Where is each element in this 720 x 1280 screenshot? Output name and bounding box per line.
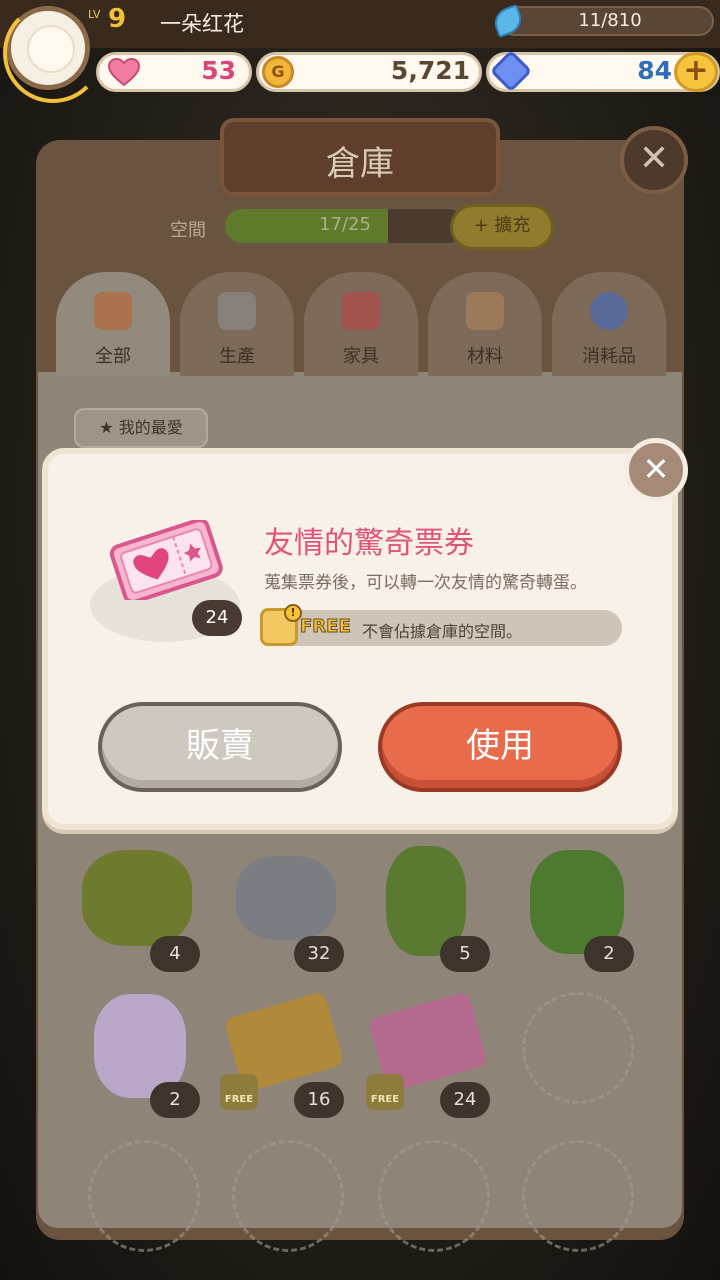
heart-icon — [108, 58, 140, 86]
tab-production[interactable]: 生產 — [180, 272, 294, 376]
avatar[interactable] — [3, 3, 103, 103]
item-description: 蒐集票券後，可以轉一次友情的驚奇轉蛋。 — [264, 573, 587, 593]
tab-label: 全部 — [95, 346, 131, 367]
tab-all[interactable]: 全部 — [56, 272, 170, 376]
empty-slot[interactable] — [378, 1140, 490, 1252]
warehouse-close-button[interactable]: ✕ — [620, 126, 688, 194]
friendship-ticket-icon — [109, 520, 223, 600]
tab-label: 消耗品 — [582, 346, 636, 367]
tab-label: 材料 — [467, 346, 503, 367]
item-count: 16 — [294, 1082, 344, 1118]
item-count: 4 — [150, 936, 200, 972]
add-gems-button[interactable]: + — [674, 52, 718, 92]
empty-slot[interactable] — [522, 1140, 634, 1252]
level-prefix: LV — [88, 8, 101, 21]
item-count: 24 — [440, 1082, 490, 1118]
tab-label: 家具 — [343, 346, 379, 367]
item-count: 32 — [294, 936, 344, 972]
coins-value: 5,721 — [390, 56, 470, 85]
free-note-text: 不會佔據倉庫的空間。 — [362, 622, 523, 641]
free-badge: FREE — [366, 1074, 404, 1110]
potion-icon — [590, 292, 628, 330]
item-count: 2 — [150, 1082, 200, 1118]
log-icon — [466, 292, 504, 330]
sofa-icon — [342, 292, 380, 330]
free-badge: FREE — [220, 1074, 258, 1110]
popup-close-button[interactable]: ✕ — [624, 438, 688, 502]
tab-label: 生產 — [219, 346, 255, 367]
nut-seeds-icon[interactable] — [82, 850, 192, 946]
tab-consumables[interactable]: 消耗品 — [552, 272, 666, 376]
avatar-face-icon — [27, 25, 75, 73]
expand-label: 擴充 — [494, 215, 531, 236]
space-value: 17/25 — [319, 214, 371, 235]
item-count: 2 — [584, 936, 634, 972]
coin-icon: G — [262, 56, 294, 88]
warehouse-title: 倉庫 — [326, 144, 394, 184]
grid-icon — [94, 292, 132, 330]
player-level: 9 — [108, 4, 127, 34]
xp-value: 11/810 — [578, 10, 642, 31]
favorites-label: 我的最愛 — [118, 418, 183, 437]
empty-slot[interactable] — [88, 1140, 200, 1252]
use-button[interactable]: 使用 — [378, 702, 622, 792]
tab-materials[interactable]: 材料 — [428, 272, 542, 376]
tab-furniture[interactable]: 家具 — [304, 272, 418, 376]
hammer-icon — [218, 292, 256, 330]
free-label: FREE — [300, 616, 352, 638]
sell-button[interactable]: 販賣 — [98, 702, 342, 792]
empty-slot[interactable] — [522, 992, 634, 1104]
favorites-tag[interactable]: ★ 我的最愛 — [74, 408, 208, 448]
item-name: 友情的驚奇票券 — [264, 526, 474, 561]
empty-slot[interactable] — [232, 1140, 344, 1252]
gems-value: 84 — [637, 56, 672, 85]
player-name: 一朵红花 — [160, 12, 244, 36]
stones-icon[interactable] — [236, 856, 336, 940]
space-label: 空間 — [170, 220, 206, 241]
hearts-value: 53 — [201, 56, 236, 85]
expand-button[interactable]: + 擴充 — [450, 204, 554, 250]
item-quantity-badge: 24 — [192, 600, 242, 636]
item-count: 5 — [440, 936, 490, 972]
